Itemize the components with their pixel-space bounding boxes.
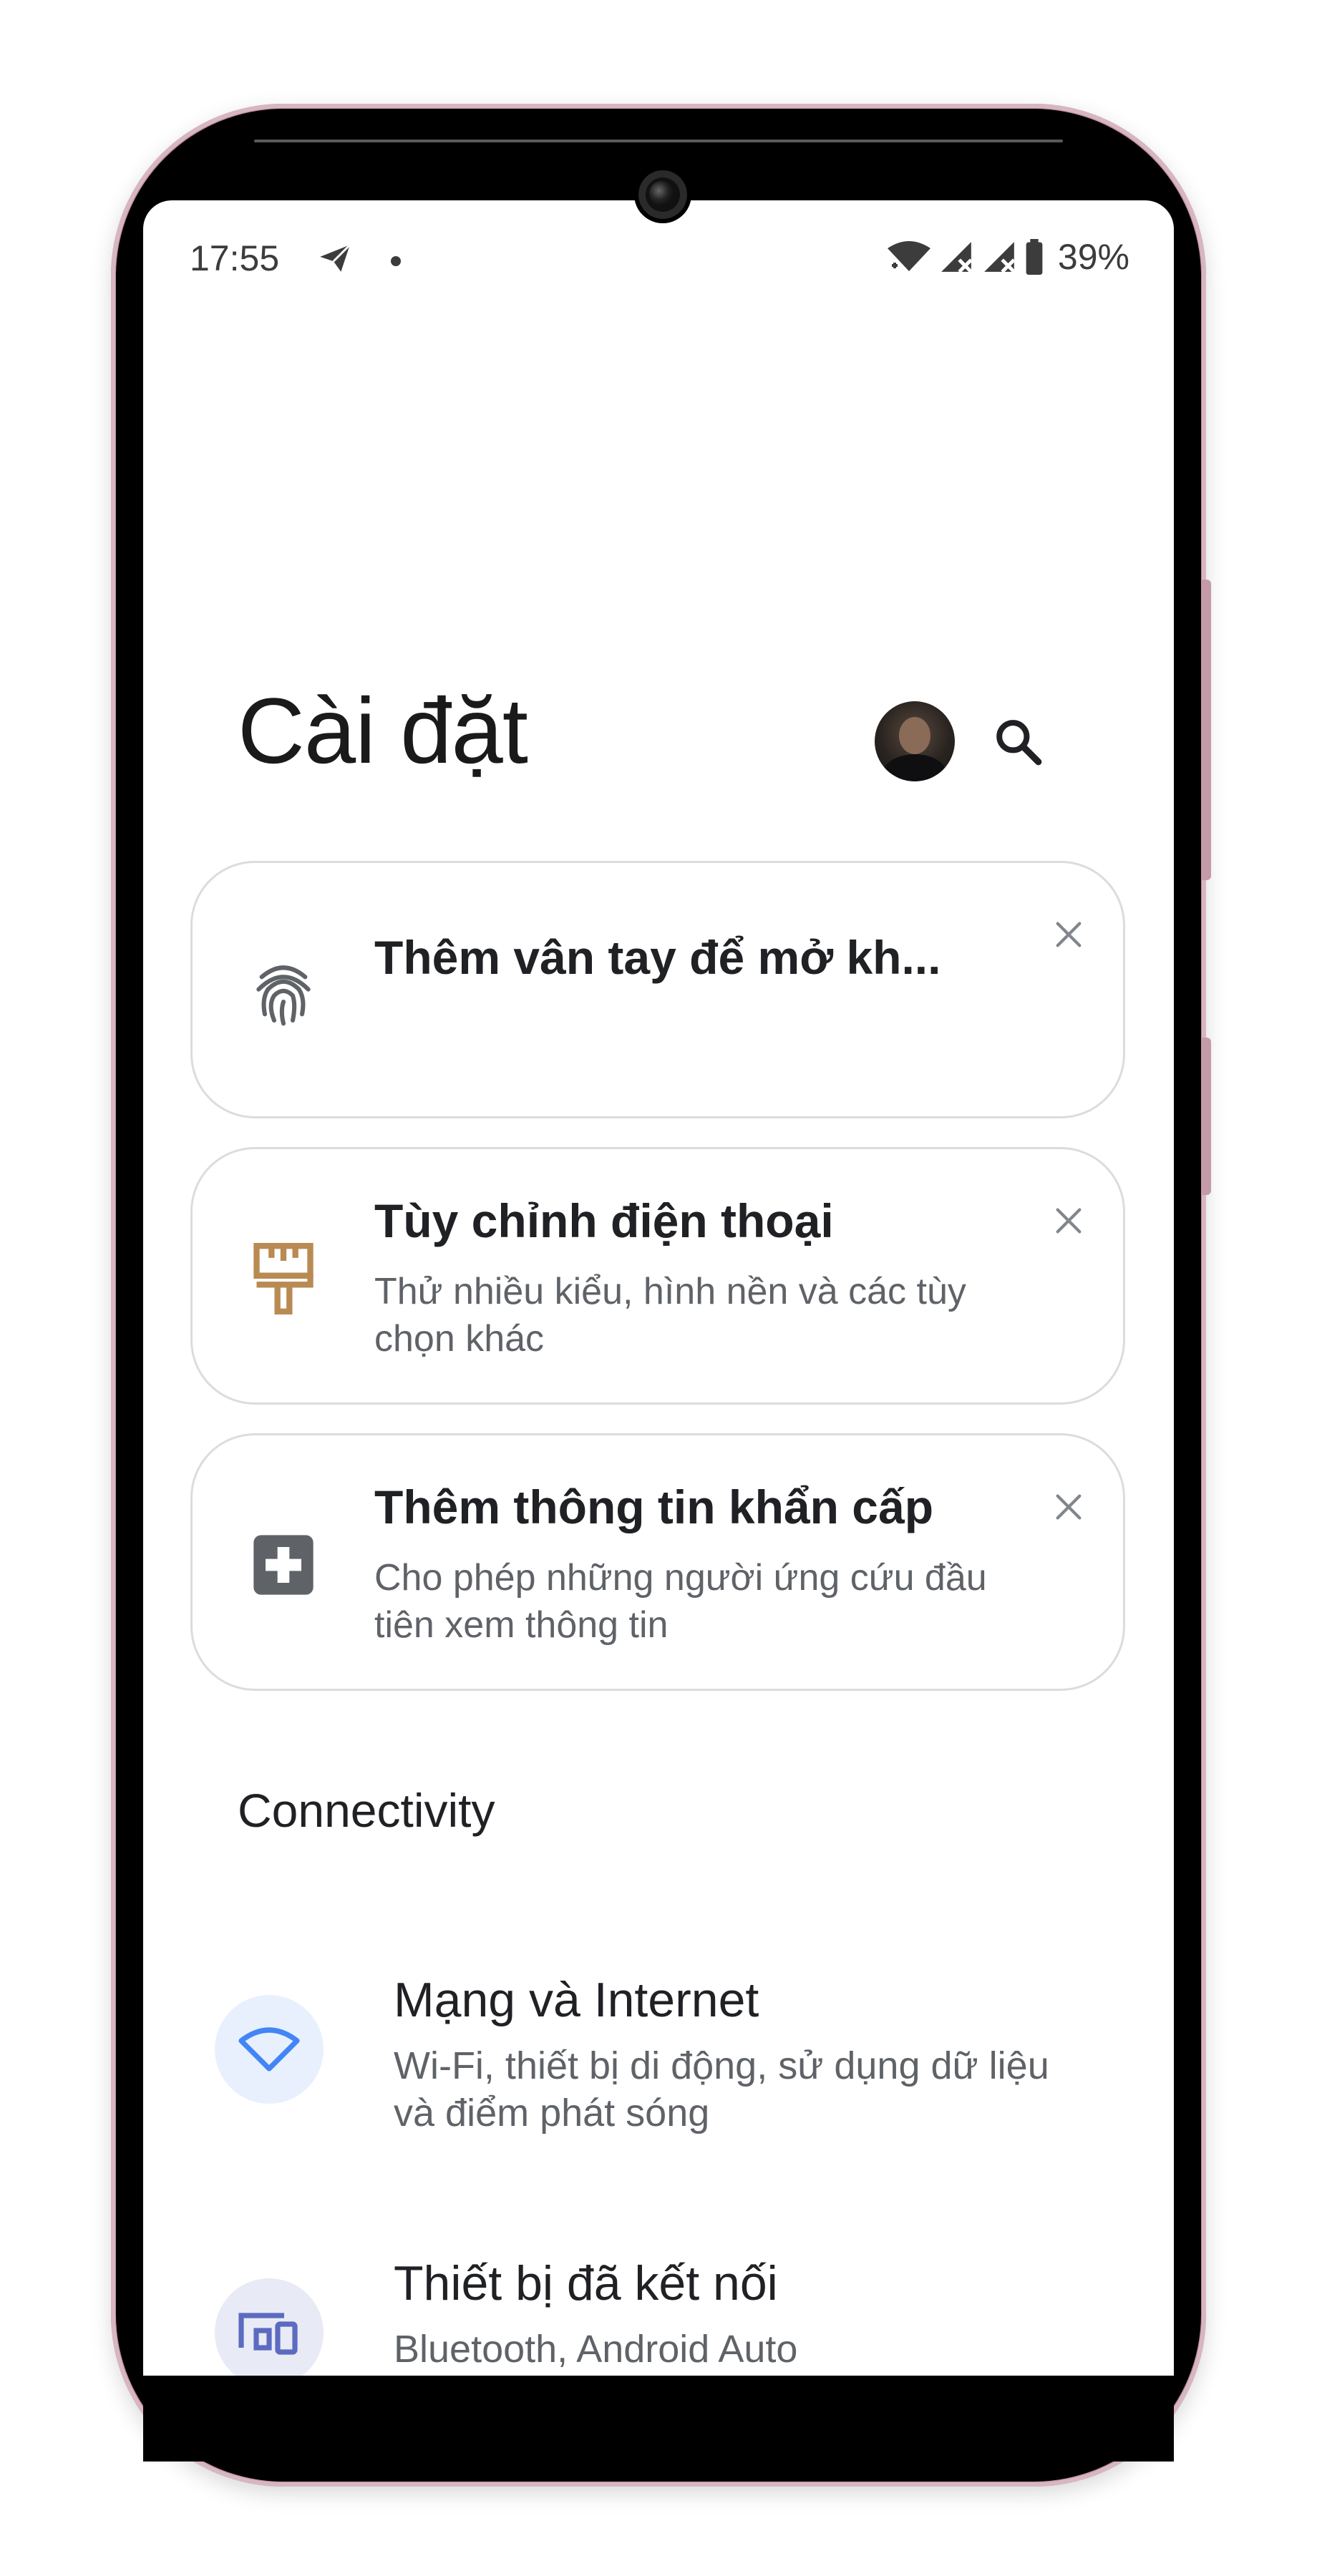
dismiss-customize-button[interactable] (1041, 1194, 1096, 1248)
suggestion-card-emergency[interactable]: Thêm thông tin khẩn cấp Cho phép những n… (190, 1433, 1125, 1691)
screen: 17:55 39% Cài đặt Thêm vân tay để mở kh.… (143, 200, 1174, 2376)
power-button (1201, 580, 1211, 880)
suggestion-description: Thử nhiều kiểu, hình nền và các tùy chọn… (374, 1271, 966, 1360)
settings-item-description: Bluetooth, Android Auto (394, 2328, 798, 2371)
avatar-face (899, 717, 930, 754)
suggestion-card-customize[interactable]: Tùy chỉnh điện thoại Thử nhiều kiểu, hìn… (190, 1147, 1125, 1405)
dismiss-emergency-button[interactable] (1041, 1480, 1096, 1534)
settings-item-connected-devices[interactable]: Thiết bị đã kết nối Bluetooth, Android A… (143, 2250, 1174, 2376)
close-icon (1056, 1494, 1082, 1520)
suggestion-description: Cho phép những người ứng cứu đầu tiên xe… (374, 1557, 987, 1646)
status-indicators: 39% (886, 236, 1129, 278)
volume-button (1201, 1038, 1211, 1195)
search-icon (996, 720, 1042, 766)
search-button[interactable] (986, 710, 1051, 774)
wifi-icon (215, 1995, 324, 2104)
medical-cross-icon (244, 1526, 323, 1604)
settings-item-network[interactable]: Mạng và Internet Wi-Fi, thiết bị di động… (143, 1961, 1174, 2175)
avatar[interactable] (875, 701, 955, 781)
earpiece (254, 140, 1063, 142)
battery-icon (1026, 239, 1043, 275)
signal-2-icon (984, 242, 1016, 273)
settings-item-title: Mạng và Internet (394, 1973, 759, 2027)
signal-1-icon (941, 242, 973, 273)
settings-item-description: Wi-Fi, thiết bị di động, sử dụng dữ liệu… (394, 2044, 1049, 2135)
telegram-icon (320, 244, 351, 272)
paintbrush-icon (244, 1239, 323, 1318)
status-time: 17:55 (190, 238, 280, 278)
camera-lens (649, 181, 674, 205)
battery-percent: 39% (1057, 237, 1129, 277)
wifi-status-icon (887, 241, 930, 271)
connected-devices-icon (215, 2278, 324, 2376)
fingerprint-icon (244, 953, 323, 1032)
suggestion-title: Tùy chỉnh điện thoại (374, 1194, 834, 1247)
close-icon (1056, 922, 1082, 947)
suggestion-title: Thêm vân tay để mở kh... (374, 931, 941, 984)
page-title: Cài đặt (238, 678, 528, 783)
dismiss-fingerprint-button[interactable] (1041, 907, 1096, 962)
section-header-connectivity: Connectivity (238, 1784, 495, 1837)
close-icon (1056, 1208, 1082, 1234)
avatar-shoulders (882, 754, 948, 781)
notification-dot-icon (391, 256, 401, 266)
suggestion-title: Thêm thông tin khẩn cấp (374, 1480, 934, 1533)
suggestion-card-fingerprint[interactable]: Thêm vân tay để mở kh... (190, 861, 1125, 1118)
bottom-bezel (143, 2376, 1174, 2462)
settings-item-title: Thiết bị đã kết nối (394, 2256, 778, 2311)
